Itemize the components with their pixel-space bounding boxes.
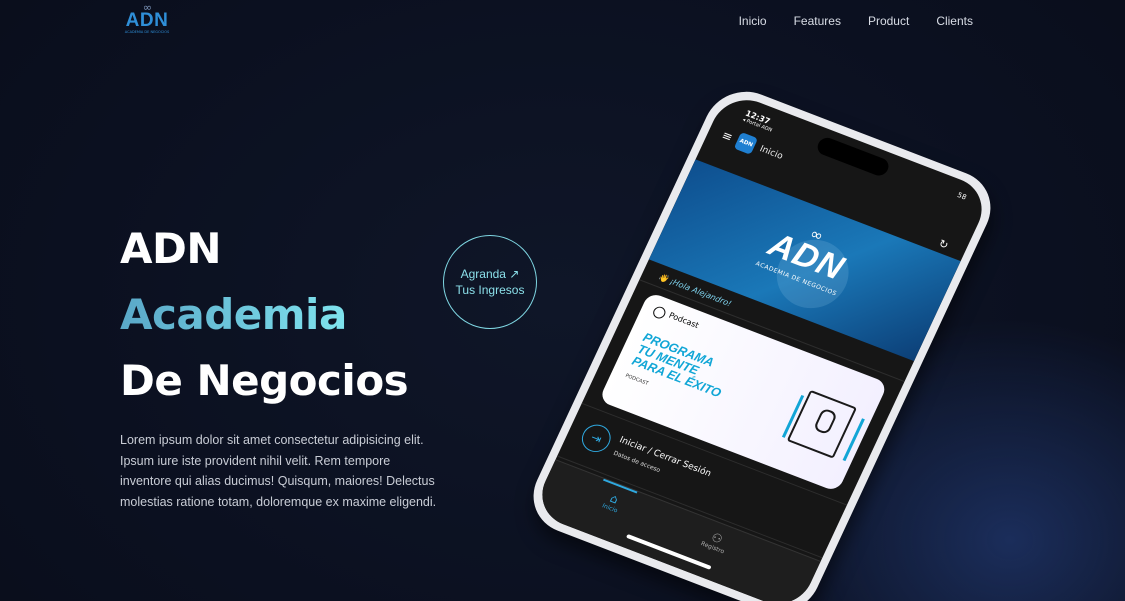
hero-title-line-3: De Negocios [120, 356, 409, 405]
logo-tagline: ACADEMIA DE NEGOCIOS [124, 30, 170, 34]
nav-link-product[interactable]: Product [868, 14, 909, 28]
podcast-subtitle: PODCAST [624, 372, 650, 387]
nav-link-clients[interactable]: Clients [936, 14, 973, 28]
app-icon: ADN [733, 131, 759, 155]
status-battery: 58 [955, 191, 968, 202]
nav-menu: Inicio Features Product Clients [739, 14, 973, 28]
app-title: Inicio [757, 144, 785, 162]
tab-inicio[interactable]: ⌂ Inicio [580, 482, 645, 523]
login-icon: ⇥ [577, 420, 616, 457]
logo-brand: ADN [125, 10, 169, 31]
cta-label-line-1: Agranda ↗ [460, 267, 520, 281]
podcast-title: PROGRAMA TU MENTE PARA EL ÉXITO [630, 330, 734, 400]
cta-label-line-2: Tus Ingresos [455, 283, 525, 297]
refresh-icon[interactable]: ↻ [937, 237, 951, 252]
hero-description: Lorem ipsum dolor sit amet consectetur a… [120, 433, 437, 509]
status-time: 12:37 ◂ Portal ADN [741, 109, 776, 134]
nav-link-inicio[interactable]: Inicio [739, 14, 767, 28]
podcast-icon [651, 304, 668, 321]
podcast-label: Podcast [667, 310, 701, 331]
nav-link-features[interactable]: Features [794, 14, 841, 28]
logo[interactable]: ∞ ADN ACADEMIA DE NEGOCIOS [122, 2, 172, 36]
cta-circle-button[interactable]: Agranda ↗ Tus Ingresos [443, 235, 537, 329]
tab-registro[interactable]: ⚇ Registro [683, 521, 748, 562]
navbar: ∞ ADN ACADEMIA DE NEGOCIOS Inicio Featur… [0, 0, 1125, 44]
hero-title-line-2: Academia [120, 290, 347, 339]
phone-mockup: 12:37 ◂ Portal ADN 58 ≡ ADN Inicio ↻ ∞ A… [520, 80, 1004, 601]
hamburger-icon[interactable]: ≡ [720, 128, 735, 144]
hero-title-line-1: ADN [120, 224, 222, 273]
microphone-icon [786, 389, 858, 459]
